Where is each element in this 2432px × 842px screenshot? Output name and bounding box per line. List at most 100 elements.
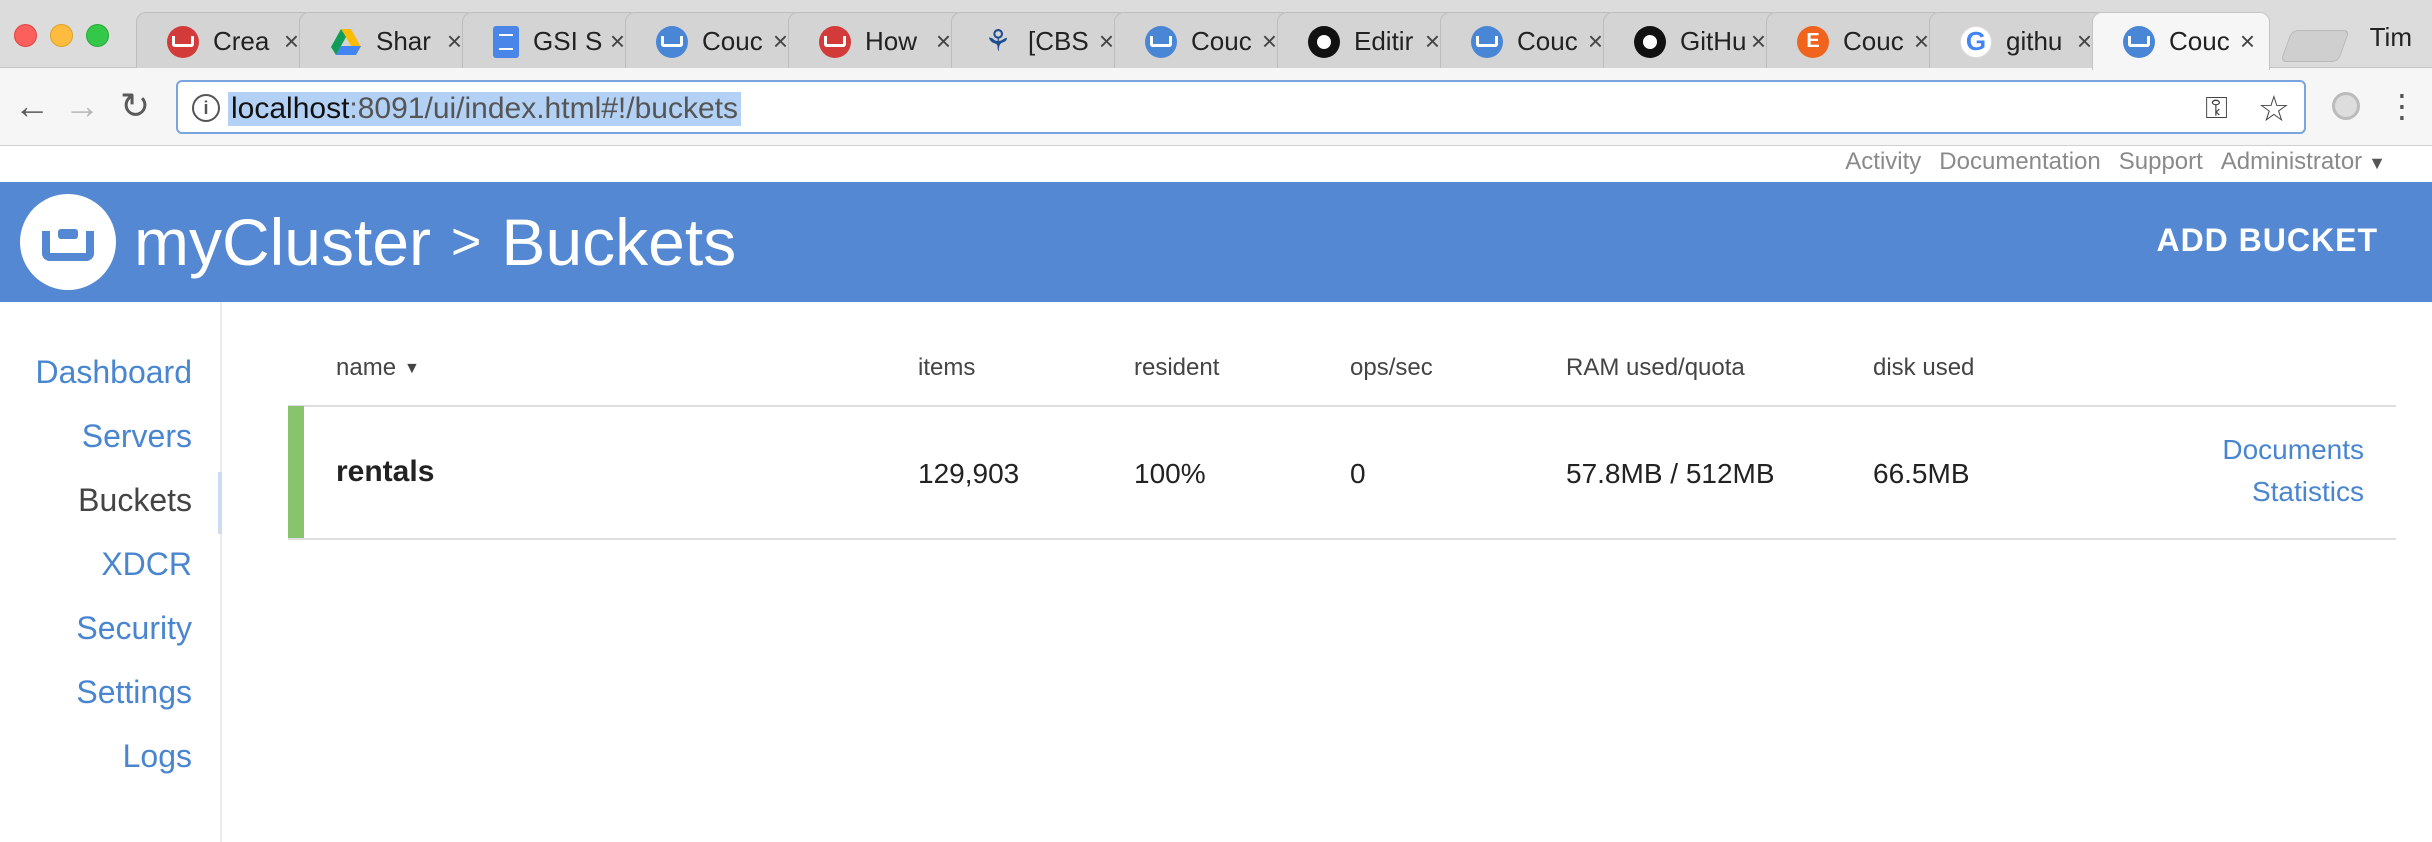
minimize-window-button[interactable]	[50, 24, 73, 47]
close-icon[interactable]: ×	[1425, 26, 1440, 57]
support-link[interactable]: Support	[2119, 148, 2203, 176]
sidebar-item-security[interactable]: Security	[76, 610, 192, 647]
browser-tab-strip: Crea × Shar × GSI S × Couc × How × ⚘ [CBS × Couc × Edit…	[0, 0, 2432, 70]
bucket-disk: 66.5MB	[1873, 458, 1970, 489]
sidebar-item-logs[interactable]: Logs	[123, 738, 192, 775]
browser-tab-title: Crea	[213, 26, 270, 56]
zoom-window-button[interactable]	[86, 24, 109, 47]
browser-tab-title: Couc	[1843, 26, 1904, 56]
close-icon[interactable]: ×	[773, 26, 788, 57]
close-icon[interactable]: ×	[2077, 26, 2092, 57]
bucket-name[interactable]: rentals	[336, 455, 434, 489]
browser-tab[interactable]: How ×	[788, 12, 966, 70]
close-icon[interactable]: ×	[936, 26, 951, 57]
column-header-name-label: name	[336, 354, 397, 381]
browser-tab[interactable]: GitHu ×	[1603, 12, 1781, 70]
browser-tab-title: [CBS	[1028, 26, 1089, 56]
browser-tab[interactable]: E Couc ×	[1766, 12, 1944, 70]
column-header-ram[interactable]: RAM used/quota	[1566, 354, 1745, 382]
bucket-items: 129,903	[918, 458, 1020, 489]
browser-tab[interactable]: Ggithu ×	[1929, 12, 2107, 70]
close-icon[interactable]: ×	[1751, 26, 1766, 57]
browser-tab[interactable]: Couc ×	[1440, 12, 1618, 70]
browser-tab-title: Editir	[1354, 26, 1414, 56]
section-title: Buckets	[501, 205, 737, 279]
column-header-disk[interactable]: disk used	[1873, 354, 1974, 382]
column-header-ops-sec[interactable]: ops/sec	[1350, 354, 1433, 382]
header-divider	[288, 405, 2396, 407]
add-bucket-button[interactable]: ADD BUCKET	[2156, 222, 2378, 259]
cb-red-favicon-icon	[167, 25, 199, 58]
close-icon[interactable]: ×	[2240, 26, 2255, 57]
gh-favicon-icon	[1308, 25, 1340, 58]
user-menu[interactable]: Administrator ▼	[2221, 148, 2386, 176]
bucket-ops-sec: 0	[1350, 458, 1366, 489]
info-icon[interactable]: i	[192, 94, 220, 122]
activity-link[interactable]: Activity	[1845, 148, 1921, 176]
column-header-items[interactable]: items	[918, 354, 975, 382]
cb-blue-favicon-icon	[1471, 25, 1503, 58]
sidebar-item-settings[interactable]: Settings	[76, 674, 192, 711]
close-window-button[interactable]	[14, 24, 37, 47]
browser-menu-icon[interactable]: ⋮	[2386, 86, 2418, 126]
sidebar-item-xdcr[interactable]: XDCR	[101, 546, 192, 583]
browser-tab-title: githu	[2006, 26, 2063, 56]
browser-toolbar: ← → ↻ i localhost:8091/ui/index.html#!/b…	[0, 68, 2432, 146]
browser-tab[interactable]: Couc ×	[1114, 12, 1292, 70]
browser-tab[interactable]: Shar ×	[299, 12, 477, 70]
browser-tab-title: GSI S	[533, 26, 603, 56]
bucket-ram: 57.8MB / 512MB	[1566, 458, 1775, 489]
url-text[interactable]: localhost:8091/ui/index.html#!/buckets	[228, 92, 741, 126]
breadcrumb-separator: >	[451, 213, 482, 271]
key-icon[interactable]: ⚿	[2205, 92, 2228, 126]
sidebar-item-buckets[interactable]: Buckets	[78, 482, 192, 519]
documents-link[interactable]: Documents	[2222, 434, 2364, 466]
google-favicon-icon: G	[1960, 25, 1992, 58]
sort-caret-down-icon: ▼	[404, 359, 420, 377]
cluster-name: myCluster	[134, 205, 432, 279]
reload-icon[interactable]: ↻	[120, 86, 150, 126]
bucket-resident: 100%	[1134, 458, 1206, 489]
docs-favicon-icon	[493, 25, 519, 58]
browser-tab-title: Couc	[1517, 26, 1578, 56]
forward-arrow-icon[interactable]: →	[64, 86, 100, 126]
browser-tab-title: GitHu	[1680, 26, 1745, 56]
browser-tab[interactable]: GSI S ×	[462, 12, 640, 70]
address-bar[interactable]: i localhost:8091/ui/index.html#!/buckets…	[176, 80, 2306, 134]
column-header-resident[interactable]: resident	[1134, 354, 1219, 382]
extension-icon[interactable]	[2332, 92, 2360, 120]
browser-tab[interactable]: Couc ×	[2092, 12, 2270, 70]
bookmark-star-icon[interactable]: ☆	[2258, 88, 2290, 130]
profile-name[interactable]: Tim	[2370, 22, 2412, 53]
close-icon[interactable]: ×	[1262, 26, 1277, 57]
column-header-name[interactable]: name ▼	[336, 354, 420, 382]
back-arrow-icon[interactable]: ←	[14, 86, 50, 126]
close-icon[interactable]: ×	[284, 26, 299, 57]
bucket-status-bar	[288, 406, 304, 540]
sidebar-item-dashboard[interactable]: Dashboard	[35, 354, 192, 391]
browser-tab[interactable]: Editir ×	[1277, 12, 1455, 70]
etsy-favicon-icon: E	[1797, 25, 1829, 58]
page-title: myCluster > Buckets	[134, 202, 736, 282]
new-tab-button[interactable]	[2280, 30, 2350, 62]
close-icon[interactable]: ×	[1914, 26, 1929, 57]
cb-blue-favicon-icon	[1145, 25, 1177, 58]
drive-favicon-icon	[330, 26, 362, 58]
close-icon[interactable]: ×	[447, 26, 462, 57]
browser-tab[interactable]: ⚘ [CBS ×	[951, 12, 1129, 70]
browser-tab-title: How	[865, 26, 918, 56]
close-icon[interactable]: ×	[610, 26, 625, 57]
close-icon[interactable]: ×	[1588, 26, 1603, 57]
caret-down-icon: ▼	[2368, 153, 2386, 173]
documentation-link[interactable]: Documentation	[1939, 148, 2100, 176]
browser-tab[interactable]: Crea ×	[136, 12, 314, 70]
url-host: localhost	[231, 92, 350, 125]
browser-tab[interactable]: Couc ×	[625, 12, 803, 70]
row-divider	[288, 538, 2396, 540]
close-icon[interactable]: ×	[1099, 26, 1114, 57]
user-menu-label: Administrator	[2220, 148, 2363, 175]
statistics-link[interactable]: Statistics	[2252, 476, 2364, 508]
sidebar-item-servers[interactable]: Servers	[82, 418, 192, 455]
browser-tab-title: Couc	[702, 26, 763, 56]
couchbase-logo[interactable]	[20, 194, 116, 290]
